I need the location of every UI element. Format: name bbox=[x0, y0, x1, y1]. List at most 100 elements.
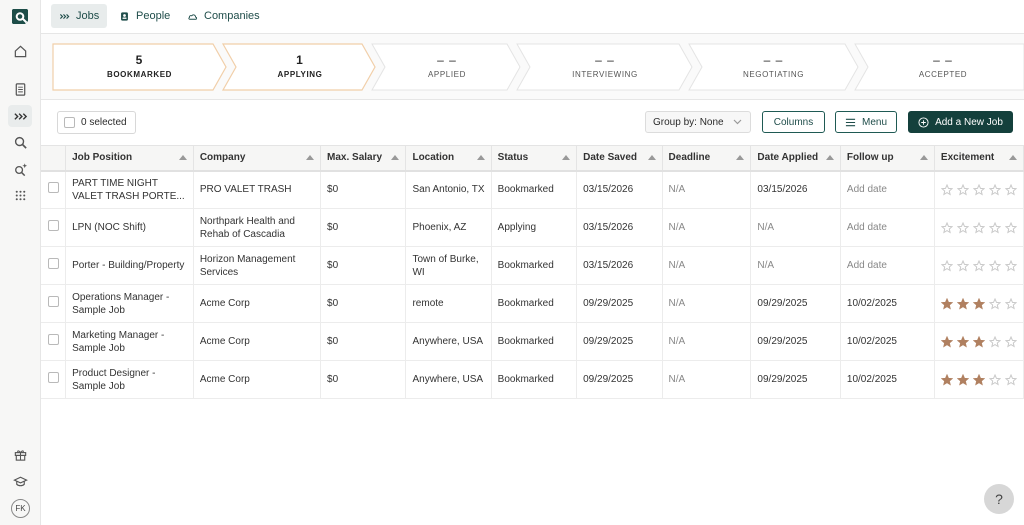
graduation-cap-icon[interactable] bbox=[8, 470, 32, 492]
tab-people[interactable]: People bbox=[111, 4, 178, 28]
star-filled-icon[interactable] bbox=[956, 335, 969, 348]
excitement-rating[interactable] bbox=[940, 373, 1017, 386]
row-checkbox[interactable] bbox=[47, 372, 59, 383]
star-filled-icon[interactable] bbox=[972, 297, 985, 310]
table-row[interactable]: Product Designer - Sample Job Acme Corp $0… bbox=[41, 360, 1024, 399]
sort-icon[interactable] bbox=[736, 155, 745, 160]
star-empty-icon[interactable] bbox=[988, 221, 1001, 234]
follow-up-cell[interactable]: Add date bbox=[840, 170, 935, 209]
search-icon[interactable] bbox=[8, 131, 32, 153]
add-job-button[interactable]: Add a New Job bbox=[908, 111, 1013, 133]
star-filled-icon[interactable] bbox=[956, 297, 969, 310]
col-excitement[interactable]: Excitement bbox=[934, 145, 1024, 172]
star-empty-icon[interactable] bbox=[1004, 297, 1017, 310]
table-row[interactable]: Porter - Building/Property Horizon Manage… bbox=[41, 246, 1024, 285]
star-empty-icon[interactable] bbox=[988, 373, 1001, 386]
columns-button[interactable]: Columns bbox=[762, 111, 825, 133]
star-empty-icon[interactable] bbox=[972, 183, 985, 196]
excitement-rating[interactable] bbox=[940, 221, 1017, 234]
col-date-applied[interactable]: Date Applied bbox=[750, 145, 841, 172]
job-position-cell[interactable]: Marketing Manager - Sample Job bbox=[65, 322, 194, 361]
excitement-rating[interactable] bbox=[940, 297, 1017, 310]
select-all-checkbox[interactable] bbox=[64, 117, 75, 128]
star-empty-icon[interactable] bbox=[988, 297, 1001, 310]
star-empty-icon[interactable] bbox=[988, 259, 1001, 272]
sort-icon[interactable] bbox=[178, 155, 187, 160]
job-position-cell[interactable]: Product Designer - Sample Job bbox=[65, 360, 194, 399]
menu-button[interactable]: Menu bbox=[835, 111, 897, 133]
select-all-control[interactable]: 0 selected bbox=[57, 111, 136, 134]
document-icon[interactable] bbox=[8, 78, 32, 100]
sort-icon[interactable] bbox=[306, 155, 315, 160]
sort-icon[interactable] bbox=[562, 155, 571, 160]
col-status[interactable]: Status bbox=[491, 145, 578, 172]
row-checkbox[interactable] bbox=[47, 334, 59, 345]
star-empty-icon[interactable] bbox=[956, 183, 969, 196]
star-empty-icon[interactable] bbox=[972, 221, 985, 234]
col-location[interactable]: Location bbox=[405, 145, 492, 172]
row-checkbox[interactable] bbox=[47, 258, 59, 269]
col-max-salary[interactable]: Max. Salary bbox=[320, 145, 407, 172]
col-company[interactable]: Company bbox=[193, 145, 322, 172]
table-row[interactable]: Operations Manager - Sample Job Acme Corp… bbox=[41, 284, 1024, 323]
col-job-position[interactable]: Job Position bbox=[65, 145, 194, 172]
home-icon[interactable] bbox=[8, 40, 32, 62]
star-empty-icon[interactable] bbox=[1004, 373, 1017, 386]
star-empty-icon[interactable] bbox=[1004, 335, 1017, 348]
row-checkbox[interactable] bbox=[47, 182, 59, 194]
star-empty-icon[interactable] bbox=[956, 221, 969, 234]
tab-jobs[interactable]: Jobs bbox=[51, 4, 108, 28]
job-position-cell[interactable]: Operations Manager - Sample Job bbox=[65, 284, 194, 323]
star-empty-icon[interactable] bbox=[940, 259, 953, 272]
group-by-select[interactable]: Group by: None bbox=[645, 111, 751, 133]
logo-icon[interactable] bbox=[10, 7, 30, 27]
help-button[interactable]: ? bbox=[984, 484, 1014, 514]
sort-icon[interactable] bbox=[647, 155, 656, 160]
star-filled-icon[interactable] bbox=[940, 335, 953, 348]
job-position-cell[interactable]: LPN (NOC Shift) bbox=[65, 208, 194, 247]
col-follow-up[interactable]: Follow up bbox=[840, 145, 935, 172]
chevrons-right-icon[interactable] bbox=[8, 105, 32, 127]
follow-up-cell[interactable]: Add date bbox=[840, 208, 935, 247]
follow-up-cell[interactable]: 10/02/2025 bbox=[840, 360, 935, 399]
star-empty-icon[interactable] bbox=[1004, 183, 1017, 196]
table-row[interactable]: Marketing Manager - Sample Job Acme Corp $… bbox=[41, 322, 1024, 361]
star-empty-icon[interactable] bbox=[940, 183, 953, 196]
sort-icon[interactable] bbox=[1009, 155, 1017, 160]
sparkle-search-icon[interactable] bbox=[8, 158, 32, 180]
star-filled-icon[interactable] bbox=[956, 373, 969, 386]
star-empty-icon[interactable] bbox=[1004, 259, 1017, 272]
excitement-rating[interactable] bbox=[940, 335, 1017, 348]
job-position-cell[interactable]: PART TIME NIGHT VALET TRASH PORTE... bbox=[65, 170, 194, 209]
follow-up-cell[interactable]: Add date bbox=[840, 246, 935, 285]
avatar[interactable]: FK bbox=[11, 499, 30, 518]
star-empty-icon[interactable] bbox=[972, 259, 985, 272]
job-position-cell[interactable]: Porter - Building/Property bbox=[65, 246, 194, 285]
stage-accepted[interactable]: – – ACCEPTED bbox=[863, 44, 1023, 90]
col-deadline[interactable]: Deadline bbox=[662, 145, 752, 172]
sort-icon[interactable] bbox=[476, 155, 485, 160]
table-row[interactable]: LPN (NOC Shift) Northpark Health and Reha… bbox=[41, 208, 1024, 247]
row-checkbox[interactable] bbox=[47, 220, 59, 231]
excitement-rating[interactable] bbox=[940, 259, 1017, 272]
sort-icon[interactable] bbox=[391, 155, 400, 160]
star-empty-icon[interactable] bbox=[988, 335, 1001, 348]
star-filled-icon[interactable] bbox=[972, 373, 985, 386]
excitement-rating[interactable] bbox=[940, 183, 1017, 196]
grid-icon[interactable] bbox=[8, 184, 32, 206]
sort-icon[interactable] bbox=[825, 155, 834, 160]
star-empty-icon[interactable] bbox=[988, 183, 1001, 196]
star-empty-icon[interactable] bbox=[1004, 221, 1017, 234]
star-empty-icon[interactable] bbox=[956, 259, 969, 272]
sort-icon[interactable] bbox=[919, 155, 928, 160]
tab-companies[interactable]: Companies bbox=[179, 4, 268, 28]
stage-interviewing[interactable]: – – INTERVIEWING bbox=[527, 44, 683, 90]
star-filled-icon[interactable] bbox=[940, 297, 953, 310]
follow-up-cell[interactable]: 10/02/2025 bbox=[840, 322, 935, 361]
star-filled-icon[interactable] bbox=[972, 335, 985, 348]
stage-applying[interactable]: 1 APPLYING bbox=[231, 44, 369, 90]
table-row[interactable]: PART TIME NIGHT VALET TRASH PORTE... PRO … bbox=[41, 170, 1024, 209]
stage-bookmarked[interactable]: 5 BOOKMARKED bbox=[63, 44, 216, 90]
row-checkbox[interactable] bbox=[47, 296, 59, 307]
gift-icon[interactable] bbox=[8, 443, 32, 465]
